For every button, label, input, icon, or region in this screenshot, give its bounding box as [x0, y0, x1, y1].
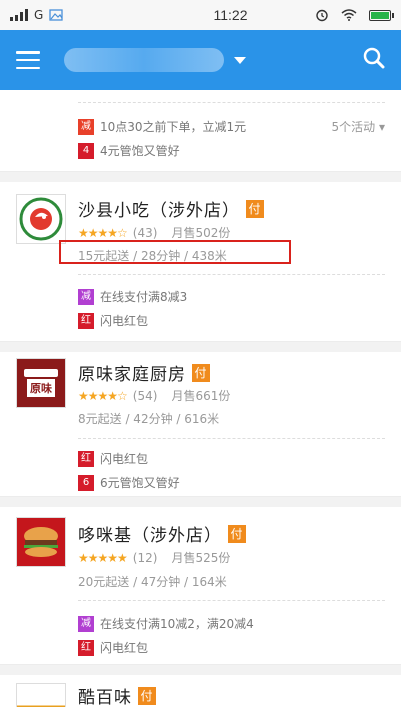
promo-tag: 减: [78, 615, 94, 632]
star-rating: ★★★★☆: [78, 225, 128, 240]
online-pay-badge: 付: [138, 686, 156, 705]
app-bar: [0, 30, 401, 90]
battery-icon: [369, 9, 394, 21]
shop-name: 酷百味 付: [78, 683, 156, 707]
alarm-icon: [316, 9, 328, 22]
promo-tag: 6: [78, 474, 94, 491]
promo-text: 4元管饱又管好: [100, 144, 180, 158]
promo-text: 10点30之前下单，立减1元: [100, 120, 247, 134]
promo-row: 减 在线支付满8减3: [78, 288, 187, 305]
promo-row: 红 闪电红包: [78, 639, 148, 656]
location-selector[interactable]: [64, 48, 246, 72]
menu-icon[interactable]: [16, 51, 40, 69]
promo-tag: 红: [78, 312, 94, 329]
carrier-label: G: [34, 8, 44, 22]
online-pay-badge: 付: [246, 199, 264, 218]
promo-text: 闪电红包: [100, 452, 149, 466]
delivery-info: 8元起送 / 42分钟 / 616米: [78, 412, 220, 426]
image-icon: [49, 9, 63, 21]
signal-icon: [10, 9, 28, 21]
promo-text: 6元管饱又管好: [100, 476, 180, 490]
online-pay-badge: 付: [228, 524, 246, 543]
activities-toggle[interactable]: 5个活动 ▾: [332, 118, 385, 135]
status-bar: G 11:22: [0, 0, 401, 30]
review-count: (43): [132, 225, 158, 240]
promo-tag: 减: [78, 288, 94, 305]
monthly-sales: 月售502份: [171, 226, 231, 240]
shop-card[interactable]: 哆咪基（涉外店） 付 ★★★★★ (12) 月售525份 20元起送 / 47分…: [0, 497, 401, 665]
rating-row: ★★★★★ (12) 月售525份: [78, 549, 230, 566]
shop-card[interactable]: 减 10点30之前下单，立减1元 5个活动 ▾ 4 4元管饱又管好: [0, 90, 401, 172]
rating-row: ★★★★☆ (43) 月售502份: [78, 224, 230, 241]
search-icon[interactable]: [363, 47, 385, 73]
promo-row: 减 10点30之前下单，立减1元: [78, 118, 246, 135]
shop-card[interactable]: 酷百味 付: [0, 665, 401, 707]
monthly-sales: 月售661份: [171, 389, 231, 403]
divider: [78, 102, 385, 103]
star-rating: ★★★★☆: [78, 388, 128, 403]
promo-text: 在线支付满8减3: [100, 290, 188, 304]
shop-logo: [16, 194, 66, 244]
wifi-icon: [341, 9, 357, 21]
promo-tag: 减: [78, 118, 94, 135]
promo-tag: 红: [78, 450, 94, 467]
delivery-info: 20元起送 / 47分钟 / 164米: [78, 575, 227, 589]
shop-name: 原味家庭厨房 付: [78, 360, 210, 385]
shop-logo: 原味: [16, 358, 66, 408]
shop-logo: [16, 517, 66, 567]
star-rating: ★★★★★: [78, 550, 128, 565]
promo-text: 闪电红包: [100, 641, 149, 655]
promo-row: 红 闪电红包: [78, 450, 148, 467]
promo-tag: 4: [78, 142, 94, 159]
promo-row: 减 在线支付满10减2，满20减4: [78, 615, 254, 632]
promo-text: 闪电红包: [100, 314, 149, 328]
monthly-sales: 月售525份: [171, 551, 231, 565]
divider: [78, 274, 385, 275]
divider: [78, 438, 385, 439]
promo-row: 6 6元管饱又管好: [78, 474, 180, 491]
location-label: [64, 48, 224, 72]
shop-card[interactable]: 原味 原味家庭厨房 付 ★★★★☆ (54) 月售661份 8元起送 / 42分…: [0, 342, 401, 497]
promo-tag: 红: [78, 639, 94, 656]
promo-text: 在线支付满10减2，满20减4: [100, 617, 254, 631]
divider: [78, 600, 385, 601]
review-count: (54): [132, 388, 158, 403]
rating-row: ★★★★☆ (54) 月售661份: [78, 387, 230, 404]
shop-name: 沙县小吃（涉外店） 付: [78, 196, 264, 221]
promo-row: 红 闪电红包: [78, 312, 148, 329]
shop-logo: [16, 683, 66, 707]
chevron-down-icon: [234, 56, 246, 64]
clock: 11:22: [213, 7, 248, 23]
online-pay-badge: 付: [192, 363, 210, 382]
review-count: (12): [132, 550, 158, 565]
shop-list: 减 10点30之前下单，立减1元 5个活动 ▾ 4 4元管饱又管好 沙县小吃（涉…: [0, 90, 401, 707]
highlight-box: [59, 240, 291, 264]
promo-row: 4 4元管饱又管好: [78, 142, 180, 159]
shop-name: 哆咪基（涉外店） 付: [78, 521, 246, 546]
